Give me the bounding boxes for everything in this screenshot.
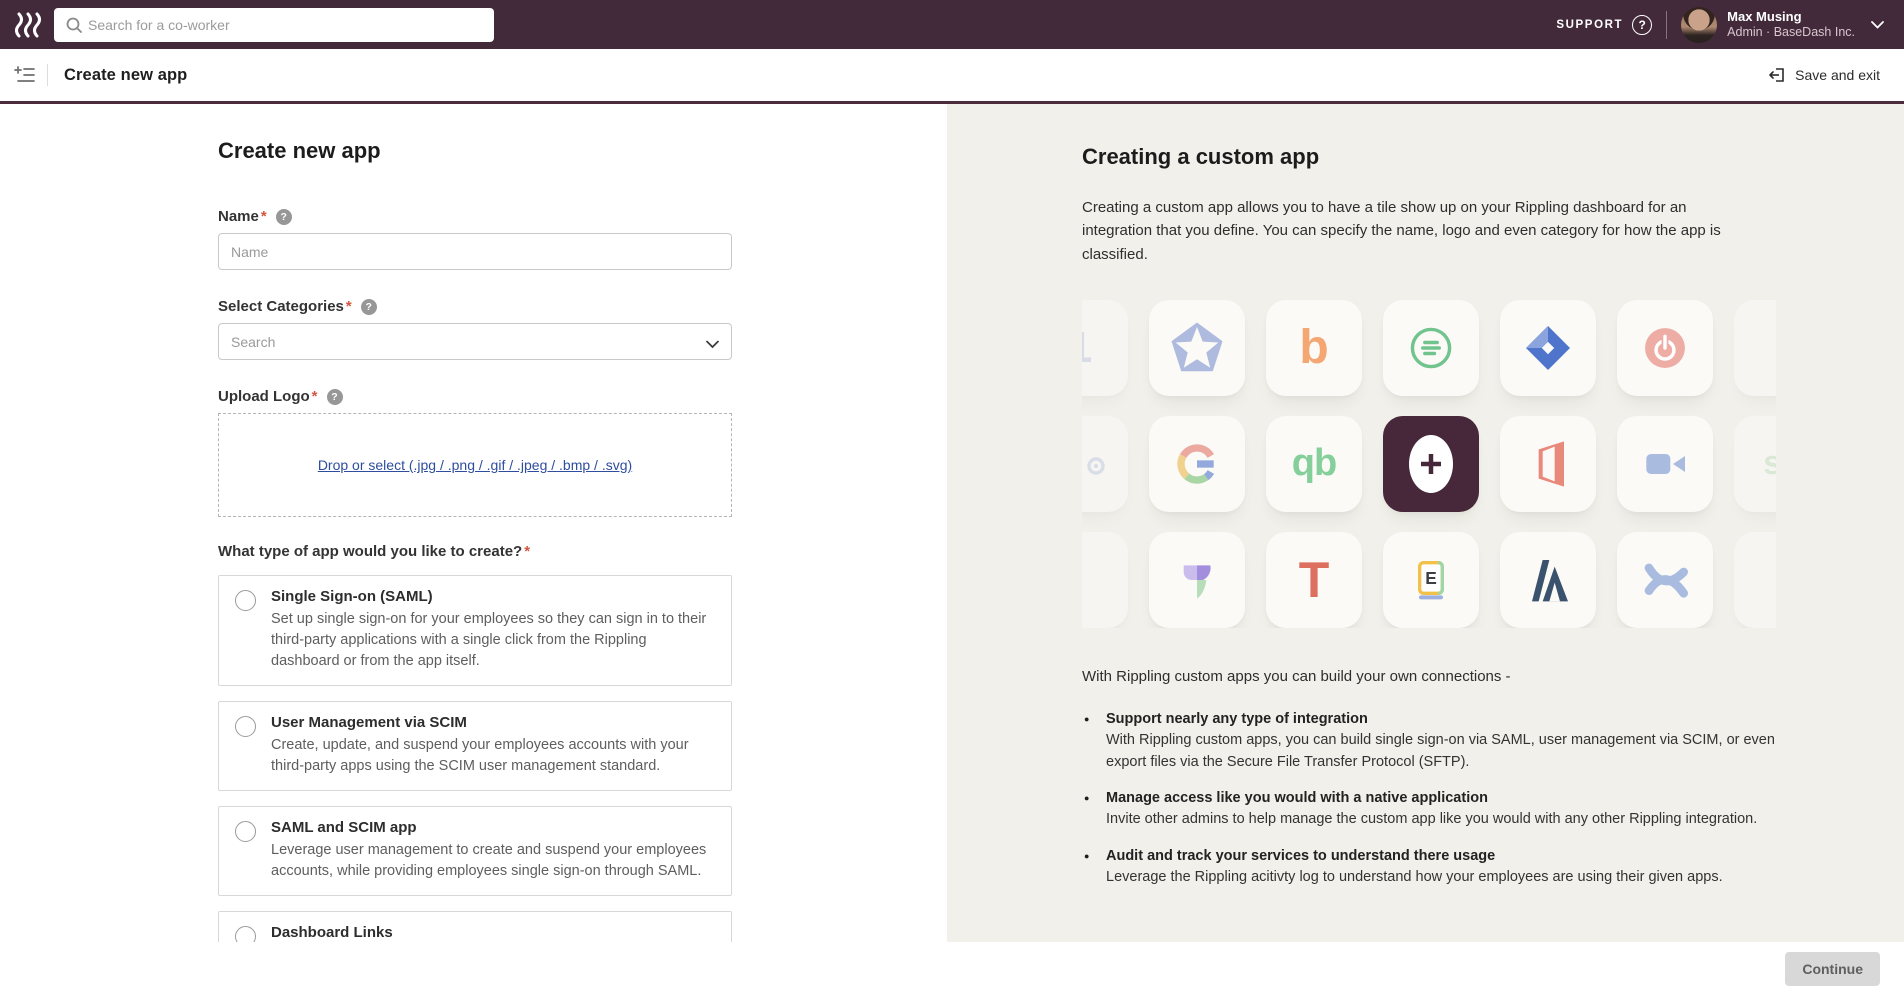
- subheader-divider: [47, 64, 48, 86]
- info-panel: Creating a custom app Creating a custom …: [947, 104, 1904, 942]
- partial-sa-wordmark-tile: sa: [1734, 416, 1776, 512]
- quickbooks-qb-tile: qb: [1266, 416, 1362, 512]
- support-label: SUPPORT: [1556, 19, 1623, 31]
- video-camera-tile: [1617, 416, 1713, 512]
- info-heading: Creating a custom app: [1082, 144, 1844, 170]
- office-door-tile: [1500, 416, 1596, 512]
- exit-arrow-icon: [1767, 66, 1786, 84]
- question-circle-icon[interactable]: ?: [327, 389, 343, 405]
- option-card-saml[interactable]: Single Sign-on (SAML) Set up single sign…: [218, 575, 732, 686]
- jira-diamond-tile: [1500, 300, 1596, 396]
- editor-e-tile: E: [1383, 532, 1479, 628]
- purple-leaf-tile: [1149, 532, 1245, 628]
- app-builder-icon: [14, 65, 35, 85]
- sub-header: Create new app Save and exit: [0, 49, 1904, 104]
- option-title: User Management via SCIM: [271, 714, 715, 731]
- rippling-waves-logo[interactable]: [12, 8, 46, 42]
- letter-t-tile: T: [1266, 532, 1362, 628]
- logo-dropzone[interactable]: Drop or select (.jpg / .png / .gif / .jp…: [218, 413, 732, 517]
- support-button[interactable]: SUPPORT ?: [1556, 15, 1652, 35]
- save-and-exit-button[interactable]: Save and exit: [1767, 66, 1880, 84]
- power-button-tile: [1617, 300, 1713, 396]
- partial-numeral-one-tile: 1: [1082, 300, 1128, 396]
- logo-upload-link[interactable]: Drop or select (.jpg / .png / .gif / .jp…: [318, 457, 632, 473]
- footer-bar: Continue: [0, 942, 1904, 996]
- option-title: Dashboard Links: [271, 924, 715, 941]
- partial-ro-wordmark-tile: ro: [1082, 416, 1128, 512]
- radio-saml[interactable]: [235, 590, 256, 611]
- custom-app-plus-tile[interactable]: [1383, 416, 1479, 512]
- connections-line: With Rippling custom apps you can build …: [1082, 668, 1844, 685]
- gray-diamonds-tile: [1734, 300, 1776, 396]
- coworker-search-input[interactable]: [54, 8, 494, 42]
- avatar: [1681, 7, 1717, 43]
- pink-dots-tile: [1734, 532, 1776, 628]
- ribbon-x-tile: [1617, 532, 1713, 628]
- search-icon: [64, 15, 84, 40]
- option-desc: Create, update, and suspend your employe…: [271, 735, 715, 777]
- app-type-question-label: What type of app would you like to creat…: [218, 543, 530, 560]
- option-card-scim[interactable]: User Management via SCIM Create, update,…: [218, 701, 732, 791]
- option-desc: Leverage user management to create and s…: [271, 840, 715, 882]
- benefits-list: Support nearly any type of integration W…: [1082, 711, 1782, 889]
- top-bar: SUPPORT ? Max Musing Admin · BaseDash In…: [0, 0, 1904, 49]
- plus-icon: [1383, 416, 1479, 512]
- list-item: Manage access like you would with a nati…: [1082, 790, 1782, 831]
- svg-text:E: E: [1425, 568, 1437, 588]
- create-app-form-panel: Create new app Name ? Select Categories …: [0, 104, 947, 942]
- question-circle-icon[interactable]: ?: [276, 209, 292, 225]
- form-heading: Create new app: [218, 138, 732, 164]
- radio-saml-scim[interactable]: [235, 821, 256, 842]
- partial-blob-tile: [1082, 532, 1128, 628]
- google-g-tile: [1149, 416, 1245, 512]
- user-menu[interactable]: Max Musing Admin · BaseDash Inc.: [1681, 7, 1884, 43]
- info-intro: Creating a custom app allows you to have…: [1082, 196, 1758, 266]
- radio-scim[interactable]: [235, 716, 256, 737]
- list-item: Support nearly any type of integration W…: [1082, 711, 1782, 774]
- categories-label: Select Categories: [218, 298, 352, 315]
- option-card-saml-scim[interactable]: SAML and SCIM app Leverage user manageme…: [218, 806, 732, 896]
- navy-a-tile: [1500, 532, 1596, 628]
- topbar-divider: [1666, 11, 1667, 39]
- app-name-input[interactable]: [218, 233, 732, 270]
- green-circle-lines-tile: [1383, 300, 1479, 396]
- option-card-dashboard-links[interactable]: Dashboard Links Create a bookmarked link…: [218, 911, 732, 942]
- pentagon-star-tile: [1149, 300, 1245, 396]
- app-tile-grid: 1 b: [1082, 300, 1776, 628]
- option-title: SAML and SCIM app: [271, 819, 715, 836]
- upload-logo-label: Upload Logo: [218, 388, 318, 405]
- question-circle-icon[interactable]: ?: [361, 299, 377, 315]
- option-desc: Set up single sign-on for your employees…: [271, 609, 715, 672]
- user-role: Admin · BaseDash Inc.: [1727, 25, 1855, 41]
- question-circle-icon: ?: [1632, 15, 1652, 35]
- letter-b-tile: b: [1266, 300, 1362, 396]
- chevron-down-icon: [1871, 16, 1884, 34]
- list-item: Audit and track your services to underst…: [1082, 848, 1782, 889]
- page-title: Create new app: [64, 66, 187, 85]
- categories-select[interactable]: [218, 323, 732, 360]
- save-and-exit-label: Save and exit: [1795, 67, 1880, 83]
- option-title: Single Sign-on (SAML): [271, 588, 715, 605]
- radio-dashboard-links[interactable]: [235, 926, 256, 942]
- continue-button[interactable]: Continue: [1785, 952, 1880, 986]
- name-label: Name: [218, 208, 267, 225]
- user-name: Max Musing: [1727, 9, 1855, 25]
